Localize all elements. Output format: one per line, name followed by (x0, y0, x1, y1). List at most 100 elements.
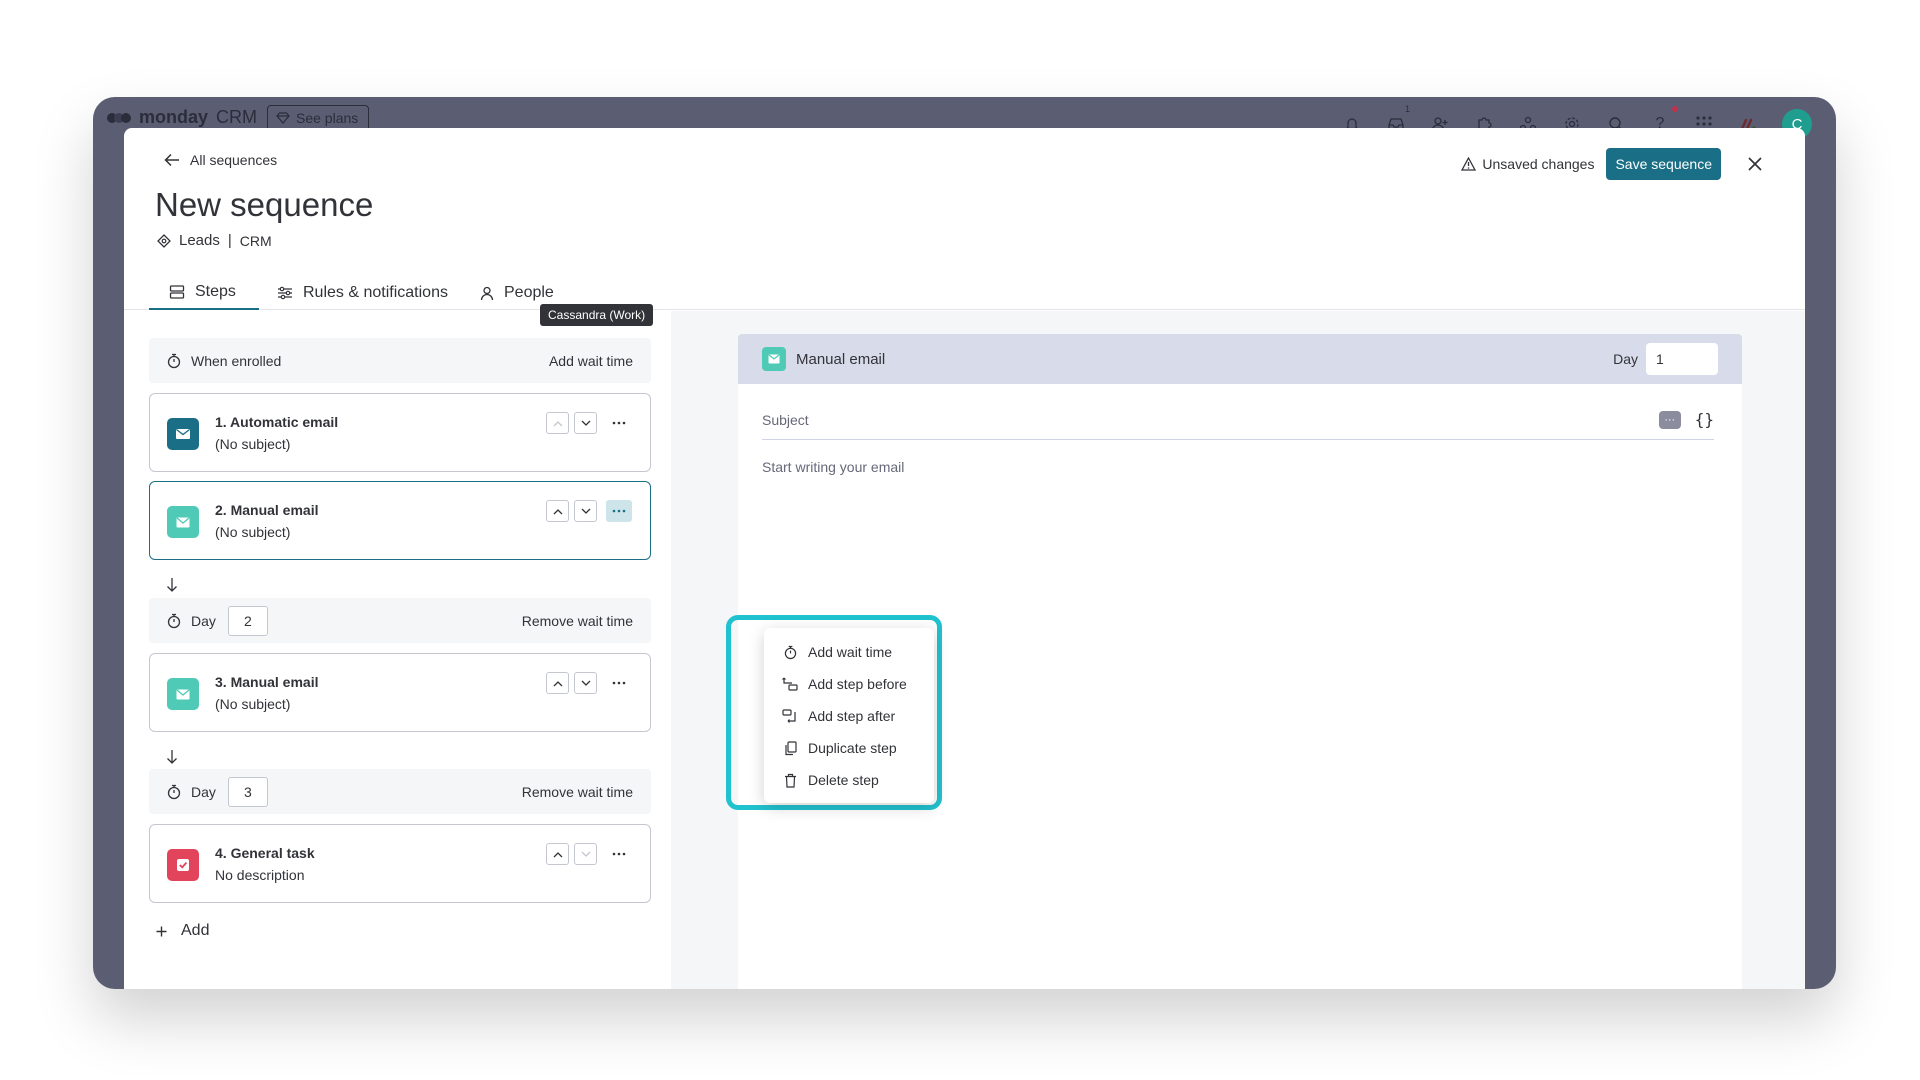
brand-name: monday (139, 107, 209, 127)
add-step-label: Add (181, 922, 210, 939)
editor-day-label: Day (1613, 351, 1638, 367)
menu-item-add-step-before[interactable]: Add step before (764, 668, 934, 700)
remove-wait-time-link[interactable]: Remove wait time (522, 784, 633, 800)
wait-day-input[interactable]: 2 (227, 605, 268, 636)
move-up-button[interactable] (546, 672, 569, 694)
header-actions: Unsaved changes Save sequence (1461, 148, 1769, 180)
add-wait-time-link[interactable]: Add wait time (549, 353, 633, 369)
board-name[interactable]: Leads (179, 232, 220, 249)
wait-day-label: Day (191, 612, 216, 629)
step-subtitle: (No subject) (215, 524, 291, 540)
warning-icon (1461, 157, 1477, 171)
tab-rules-label: Rules & notifications (303, 284, 448, 301)
insert-variable-icon[interactable]: {} (1695, 410, 1714, 429)
stopwatch-icon (167, 613, 181, 629)
when-enrolled-row: When enrolled Add wait time (149, 338, 651, 383)
more-options-icon[interactable] (606, 672, 632, 694)
monday-logo-icon (107, 110, 131, 126)
stopwatch-icon (782, 644, 798, 660)
arrow-down-icon (164, 575, 180, 595)
move-down-button[interactable] (574, 843, 597, 865)
move-down-button[interactable] (574, 672, 597, 694)
back-link-label: All sequences (190, 152, 278, 168)
move-down-button[interactable] (574, 412, 597, 434)
menu-item-label: Add step after (808, 708, 896, 724)
subject-placeholder: Subject (762, 411, 809, 428)
see-plans-label: See plans (296, 110, 359, 126)
move-up-button[interactable] (546, 500, 569, 522)
brand-product: CRM (216, 107, 258, 127)
move-up-button[interactable] (546, 412, 569, 434)
diamond-icon (276, 112, 290, 124)
stage: monday CRM See plans 1 ? C All sequences… (0, 0, 1920, 1080)
subject-field[interactable]: Subject ··· {} (762, 400, 1714, 440)
more-options-icon[interactable] (606, 412, 632, 434)
workspace-name[interactable]: CRM (240, 233, 272, 249)
when-enrolled-label: When enrolled (191, 352, 282, 369)
wait-row-2: Day 3 Remove wait time (149, 769, 651, 814)
move-down-button[interactable] (574, 500, 597, 522)
manual-email-icon (167, 506, 199, 538)
manual-email-icon (762, 347, 786, 371)
tab-rules-notifications[interactable]: Rules & notifications (277, 276, 448, 310)
step-controls (546, 500, 632, 522)
task-checkbox-icon (167, 849, 199, 881)
plus-icon (156, 926, 167, 937)
steps-icon (169, 285, 185, 299)
page-title: New sequence (155, 186, 374, 223)
app-logo[interactable]: monday CRM (107, 107, 257, 128)
step-title: 2. Manual email (215, 502, 319, 518)
wait-day-input[interactable]: 3 (227, 776, 268, 807)
board-diamond-icon (157, 233, 171, 248)
email-body-input[interactable]: Start writing your email (762, 459, 904, 475)
step-controls (546, 412, 632, 434)
breadcrumb-separator: | (227, 232, 232, 249)
step-controls (546, 843, 632, 865)
menu-item-add-wait-time[interactable]: Add wait time (764, 636, 934, 668)
wait-day-label: Day (191, 783, 216, 800)
tooltip: Cassandra (Work) (540, 304, 654, 326)
menu-item-delete-step[interactable]: Delete step (764, 764, 934, 796)
move-up-button[interactable] (546, 843, 569, 865)
help-notification-dot (1672, 106, 1678, 112)
board-breadcrumb: Leads | CRM (157, 232, 272, 249)
step-subtitle: (No subject) (215, 436, 291, 452)
step-controls (546, 672, 632, 694)
insert-after-icon (782, 708, 798, 724)
menu-item-label: Add wait time (808, 644, 893, 660)
step-card-4[interactable]: 4. General task No description (149, 824, 651, 903)
ai-assist-icon[interactable]: ··· (1658, 410, 1681, 429)
tab-steps[interactable]: Steps (149, 276, 259, 310)
insert-before-icon (782, 676, 798, 692)
more-options-icon[interactable] (606, 500, 632, 522)
editor-step-type: Manual email (796, 350, 886, 368)
step-title: 4. General task (215, 845, 315, 861)
step-subtitle: (No subject) (215, 696, 291, 712)
menu-item-label: Delete step (808, 772, 879, 788)
tab-steps-label: Steps (195, 283, 236, 300)
step-card-3[interactable]: 3. Manual email (No subject) (149, 653, 651, 732)
stopwatch-icon (167, 353, 181, 369)
more-options-icon[interactable] (606, 843, 632, 865)
menu-item-label: Duplicate step (808, 740, 897, 756)
step-title: 1. Automatic email (215, 414, 339, 430)
back-to-sequences-link[interactable]: All sequences (164, 152, 277, 168)
menu-item-add-step-after[interactable]: Add step after (764, 700, 934, 732)
step-card-1[interactable]: 1. Automatic email (No subject) (149, 393, 651, 472)
save-sequence-button[interactable]: Save sequence (1606, 148, 1721, 180)
sliders-icon (277, 286, 293, 300)
editor-day-input[interactable]: 1 (1646, 343, 1718, 375)
menu-item-duplicate-step[interactable]: Duplicate step (764, 732, 934, 764)
app-topbar: monday CRM See plans 1 ? C (93, 97, 1836, 139)
add-step-button[interactable]: Add (156, 922, 209, 940)
editor-header: Manual email Day 1 (738, 334, 1742, 384)
close-icon[interactable] (1741, 150, 1769, 178)
tab-people-label: People (504, 284, 554, 301)
step-card-2[interactable]: 2. Manual email (No subject) (149, 481, 651, 560)
wait-row-1: Day 2 Remove wait time (149, 598, 651, 643)
arrow-down-icon (164, 747, 180, 767)
unsaved-changes-label: Unsaved changes (1482, 156, 1595, 172)
remove-wait-time-link[interactable]: Remove wait time (522, 613, 633, 629)
manual-email-icon (167, 678, 199, 710)
step-context-menu: Add wait time Add step before Add step a… (764, 628, 934, 803)
